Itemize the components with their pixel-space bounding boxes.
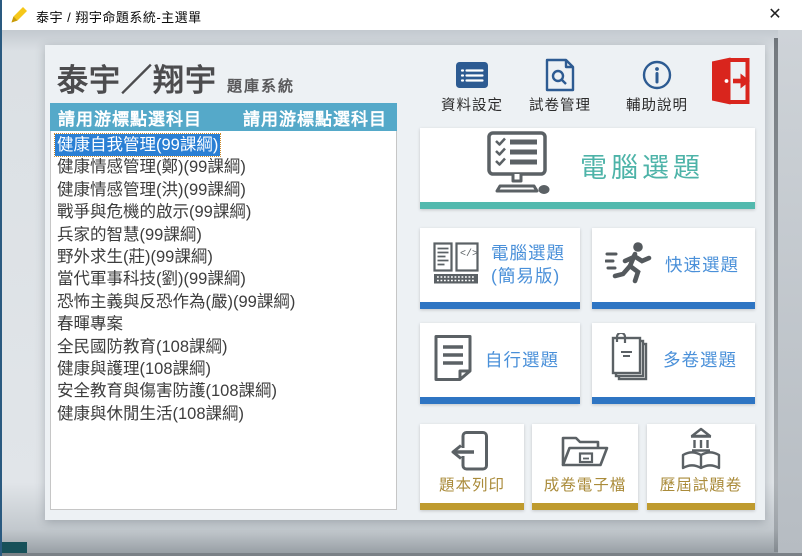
button-label: 成卷電子檔 [544,473,627,503]
print-book-button[interactable]: 題本列印 [420,424,524,510]
subject-item[interactable]: 全民國防教育(108課綱) [51,336,396,358]
button-label: 自行選題 [485,349,559,372]
button-label: 快速選題 [665,254,739,277]
data-settings-icon [427,59,517,91]
self-select-button[interactable]: 自行選題 [420,323,580,404]
button-label: 歷屆試題卷 [660,473,743,503]
multi-select-button[interactable]: 多卷選題 [592,323,755,404]
subject-item[interactable]: 健康與護理(108課綱) [51,358,396,380]
computer-select-easy-button[interactable]: </> 電腦選題(簡易版) [420,228,580,309]
subject-listbox[interactable]: 健康自我管理(99課綱) 健康情感管理(鄭)(99課綱) 健康情感管理(洪)(9… [50,131,397,510]
subject-item[interactable]: 恐怖主義與反恐作為(嚴)(99課綱) [51,291,396,313]
folder-disk-icon [560,424,610,473]
brand-subtitle: 題庫系統 [227,78,295,95]
help-icon [612,59,702,91]
list-header-right: 請用游標點選科目 [243,105,387,130]
bank-book-icon [678,419,724,473]
exit-button[interactable] [708,56,756,110]
tool-label: 輔助說明 [612,94,702,115]
subject-item[interactable]: 健康與休閒生活(108課綱) [51,403,396,425]
brand-title: 泰宇／翔宇 [57,63,217,98]
subject-item[interactable]: 安全教育與傷害防護(108課綱) [51,380,396,402]
tool-help[interactable]: 輔助說明 [612,59,702,115]
subject-item[interactable]: 當代軍事科技(劉)(99課綱) [51,268,396,290]
past-exams-button[interactable]: 歷屆試題卷 [647,424,755,510]
document-icon [433,334,473,387]
runner-icon [605,240,653,291]
exam-manage-icon [515,59,605,91]
exam-file-button[interactable]: 成卷電子檔 [532,424,638,510]
keyboard-code-icon: </> [433,242,479,289]
title-bar: 泰宇 / 翔宇命題系統-主選單 ✕ [0,0,802,30]
svg-text:</>: </> [460,248,478,260]
subject-item[interactable]: 春暉專案 [51,313,396,335]
button-label: 多卷選題 [663,349,737,372]
exit-icon [709,56,755,111]
window-right-shadow [774,38,778,552]
tool-label: 資料設定 [427,94,517,115]
stacked-documents-icon [605,333,651,388]
app-window: 泰宇 / 翔宇命題系統-主選單 ✕ 泰宇／翔宇題庫系統 [0,0,802,556]
main-panel: 泰宇／翔宇題庫系統 資料設定 [45,45,765,520]
button-label: 電腦選題(簡易版) [491,242,565,288]
brand-logo: 泰宇／翔宇題庫系統 [57,55,295,100]
window-title: 泰宇 / 翔宇命題系統-主選單 [36,7,202,26]
list-header-left: 請用游標點選科目 [58,105,202,130]
tool-label: 試卷管理 [515,94,605,115]
button-label: 題本列印 [439,473,505,503]
computer-select-button[interactable]: 電腦選題 [420,128,755,209]
subject-item[interactable]: 健康情感管理(洪)(99課綱) [51,179,396,201]
subject-item[interactable]: 戰爭與危機的啟示(99課綱) [51,201,396,223]
window-right-edge [778,30,802,556]
subject-item[interactable]: 健康自我管理(99課綱) [51,134,396,156]
subject-item[interactable]: 野外求生(莊)(99課綱) [51,246,396,268]
close-button[interactable]: ✕ [754,0,796,30]
window-left-border [0,0,2,556]
quick-select-button[interactable]: 快速選題 [592,228,755,309]
app-pen-icon [9,5,29,25]
export-document-icon [449,423,495,473]
tool-data-settings[interactable]: 資料設定 [427,59,517,115]
subject-item[interactable]: 兵家的智慧(99課綱) [51,224,396,246]
button-label: 電腦選題 [580,146,704,185]
subject-item[interactable]: 健康情感管理(鄭)(99課綱) [51,156,396,178]
monitor-checklist-icon [476,131,554,200]
subject-list-header: 請用游標點選科目 請用游標點選科目 [50,103,397,131]
tool-exam-management[interactable]: 試卷管理 [515,59,605,115]
